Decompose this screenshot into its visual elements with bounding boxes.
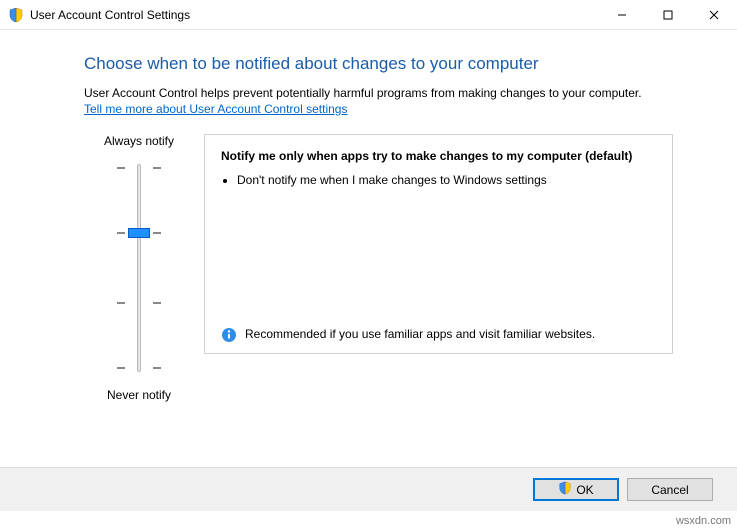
dialog-footer: OK Cancel <box>0 467 737 511</box>
level-title: Notify me only when apps try to make cha… <box>221 149 656 163</box>
description-text: User Account Control helps prevent poten… <box>84 86 673 100</box>
slider-top-label: Always notify <box>84 134 194 148</box>
window-title: User Account Control Settings <box>30 8 190 22</box>
slider-bottom-label: Never notify <box>84 388 194 402</box>
close-button[interactable] <box>691 0 737 30</box>
window-controls <box>599 0 737 30</box>
recommendation-row: Recommended if you use familiar apps and… <box>221 317 656 343</box>
recommendation-text: Recommended if you use familiar apps and… <box>245 327 595 341</box>
shield-icon <box>558 481 572 498</box>
cancel-button[interactable]: Cancel <box>627 478 713 501</box>
ok-button[interactable]: OK <box>533 478 619 501</box>
slider-rail <box>137 164 141 372</box>
minimize-button[interactable] <box>599 0 645 30</box>
level-detail-list: Don't notify me when I make changes to W… <box>237 173 656 191</box>
cancel-button-label: Cancel <box>651 483 688 497</box>
content-area: Choose when to be notified about changes… <box>0 30 737 412</box>
level-detail-item: Don't notify me when I make changes to W… <box>237 173 656 187</box>
info-icon <box>221 327 237 343</box>
settings-body: Always notify Never notify Notify me onl… <box>84 134 673 412</box>
titlebar: User Account Control Settings <box>0 0 737 30</box>
level-description-panel: Notify me only when apps try to make cha… <box>204 134 673 354</box>
slider-thumb[interactable] <box>128 228 150 238</box>
shield-icon <box>8 7 24 23</box>
maximize-button[interactable] <box>645 0 691 30</box>
watermark-text: wsxdn.com <box>676 515 731 527</box>
notification-slider[interactable] <box>109 158 169 378</box>
page-heading: Choose when to be notified about changes… <box>84 54 673 74</box>
help-link[interactable]: Tell me more about User Account Control … <box>84 102 347 116</box>
slider-column: Always notify Never notify <box>84 134 194 412</box>
ok-button-label: OK <box>576 483 593 497</box>
